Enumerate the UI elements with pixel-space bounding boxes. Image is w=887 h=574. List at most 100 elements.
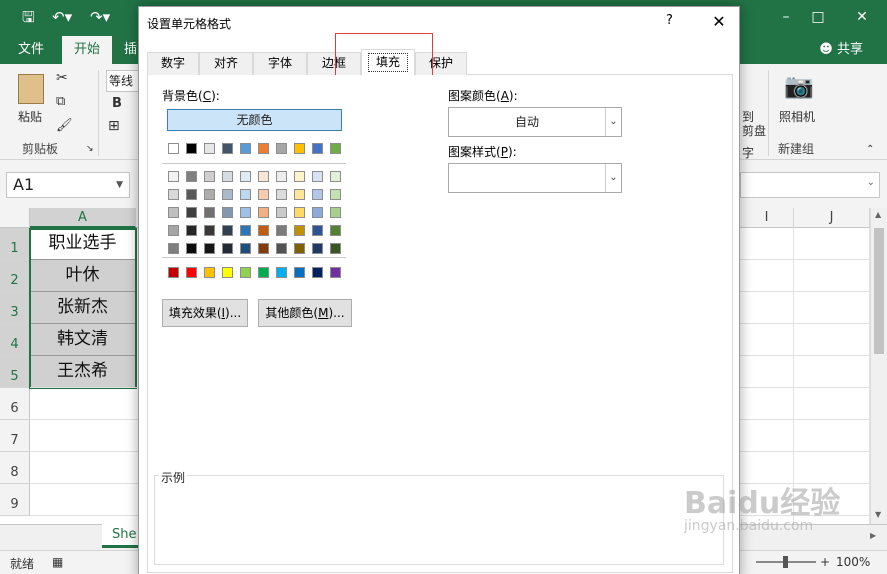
color-swatch[interactable] [204,225,215,236]
table-cell[interactable]: 韩文清 [30,324,136,356]
table-cell[interactable]: 王杰希 [30,356,136,388]
row-header[interactable]: 7 [0,420,30,452]
camera-icon[interactable]: 📷 [784,72,814,100]
color-swatch[interactable] [294,189,305,200]
color-swatch[interactable] [258,171,269,182]
column-header-j[interactable]: J [794,208,870,228]
copy-icon[interactable]: ⧉ [56,94,65,109]
color-swatch[interactable] [186,243,197,254]
color-swatch[interactable] [312,143,323,154]
tab-fill[interactable]: 填充 [361,49,415,76]
table-cell[interactable]: 职业选手 [30,228,136,260]
color-swatch[interactable] [276,267,287,278]
color-swatch[interactable] [312,267,323,278]
color-swatch[interactable] [222,143,233,154]
color-swatch[interactable] [312,171,323,182]
macro-record-icon[interactable]: ▦ [52,555,63,569]
color-swatch[interactable] [294,225,305,236]
chevron-down-icon[interactable]: ⌄ [605,108,621,136]
color-swatch[interactable] [330,189,341,200]
pattern-style-select[interactable]: ⌄ [448,163,622,193]
color-swatch[interactable] [312,207,323,218]
cut-icon[interactable]: ✂ [56,70,68,86]
color-swatch[interactable] [204,171,215,182]
tab-file[interactable]: 文件 [6,36,56,64]
tab-home[interactable]: 开始 [62,36,113,64]
fill-effects-button[interactable]: 填充效果(I)... [162,299,248,327]
name-box[interactable]: A1 ▼ [6,172,130,198]
color-swatch[interactable] [258,225,269,236]
color-swatch[interactable] [204,207,215,218]
table-cell[interactable]: 张新杰 [30,292,136,324]
color-swatch[interactable] [294,171,305,182]
color-swatch[interactable] [222,267,233,278]
color-swatch[interactable] [330,207,341,218]
color-swatch[interactable] [330,267,341,278]
row-header[interactable]: 3 [0,292,30,324]
color-swatch[interactable] [222,171,233,182]
color-swatch[interactable] [222,243,233,254]
color-swatch[interactable] [222,189,233,200]
color-swatch[interactable] [276,207,287,218]
color-swatch[interactable] [168,267,179,278]
dialog-launcher-icon[interactable]: ↘ [86,144,94,154]
borders-icon[interactable]: ⊞ [108,118,120,134]
color-swatch[interactable] [168,189,179,200]
color-swatch[interactable] [168,225,179,236]
paste-label[interactable]: 粘贴 [18,108,42,125]
color-swatch[interactable] [276,171,287,182]
font-name-box[interactable]: 等线 [106,70,140,92]
row-header[interactable]: 1 [0,228,30,260]
color-swatch[interactable] [240,189,251,200]
color-swatch[interactable] [240,243,251,254]
color-swatch[interactable] [330,243,341,254]
color-swatch[interactable] [294,267,305,278]
zoom-level[interactable]: 100% [836,555,870,569]
color-swatch[interactable] [330,171,341,182]
color-swatch[interactable] [294,207,305,218]
color-swatch[interactable] [186,171,197,182]
sheet-tab[interactable]: She [102,524,142,548]
color-swatch[interactable] [330,225,341,236]
color-swatch[interactable] [240,225,251,236]
chevron-down-icon[interactable]: ⌄ [605,164,621,192]
camera-label[interactable]: 照相机 [779,108,815,125]
color-swatch[interactable] [186,189,197,200]
tab-border[interactable]: 边框 [307,52,361,75]
maximize-button[interactable]: □ [800,6,836,28]
color-swatch[interactable] [168,207,179,218]
row-header[interactable]: 8 [0,452,30,484]
scroll-right-icon[interactable]: ▶ [870,531,876,540]
color-swatch[interactable] [240,207,251,218]
help-button[interactable]: ? [666,13,673,28]
scroll-up-icon[interactable]: ▲ [875,210,881,219]
color-swatch[interactable] [222,225,233,236]
color-swatch[interactable] [186,225,197,236]
row-header[interactable]: 2 [0,260,30,292]
color-swatch[interactable] [168,243,179,254]
collapse-ribbon-icon[interactable]: ⌃ [866,144,874,155]
color-swatch[interactable] [312,189,323,200]
color-swatch[interactable] [276,189,287,200]
color-swatch[interactable] [204,189,215,200]
color-swatch[interactable] [240,267,251,278]
color-swatch[interactable] [168,171,179,182]
zoom-slider-thumb[interactable] [783,556,788,568]
color-swatch[interactable] [294,243,305,254]
table-cell[interactable]: 叶休 [30,260,136,292]
bold-button[interactable]: B [112,96,122,111]
color-swatch[interactable] [312,225,323,236]
zoom-slider[interactable] [756,556,816,568]
color-swatch[interactable] [186,267,197,278]
tab-number[interactable]: 数字 [147,52,199,75]
share-button[interactable]: ☻ 共享 [819,36,863,64]
dialog-close-button[interactable]: ✕ [705,9,733,35]
chevron-down-icon[interactable]: ▼ [116,173,123,197]
select-all-corner[interactable] [0,208,30,228]
color-swatch[interactable] [276,143,287,154]
color-swatch[interactable] [204,243,215,254]
color-swatch[interactable] [294,143,305,154]
color-swatch[interactable] [240,143,251,154]
color-swatch[interactable] [204,267,215,278]
row-header[interactable]: 4 [0,324,30,356]
